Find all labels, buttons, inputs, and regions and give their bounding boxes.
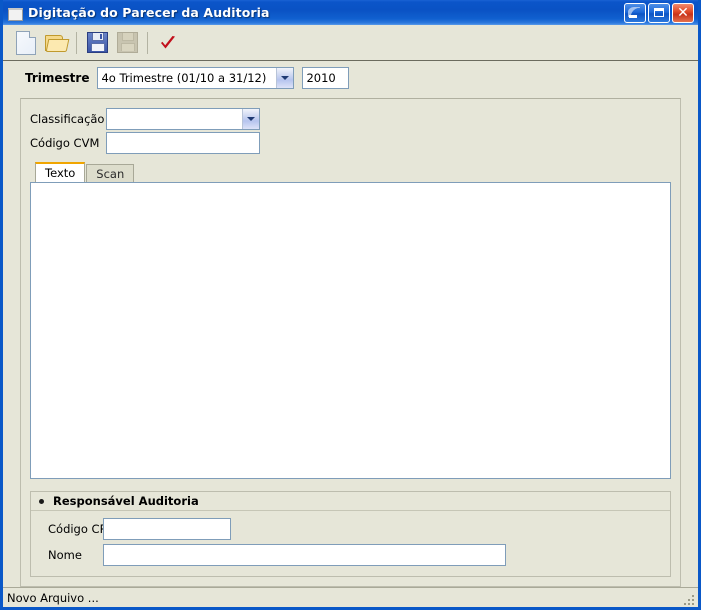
- nome-input[interactable]: [103, 544, 506, 566]
- responsavel-auditoria-title: Responsável Auditoria: [53, 494, 199, 508]
- tab-texto-label: Texto: [45, 166, 76, 180]
- client-area: Trimestre 4o Trimestre (01/10 a 31/12) 2…: [3, 25, 698, 607]
- trimestre-row: Trimestre 4o Trimestre (01/10 a 31/12) 2…: [3, 61, 698, 94]
- nome-label: Nome: [48, 548, 82, 562]
- tab-texto[interactable]: Texto: [35, 162, 86, 182]
- close-button[interactable]: ✕: [672, 2, 694, 23]
- chevron-down-icon[interactable]: [242, 109, 259, 129]
- classificacao-row: Classificação: [30, 107, 671, 131]
- classificacao-select-value: [107, 109, 242, 129]
- floppy-disk-icon: [86, 32, 108, 53]
- minimize-button[interactable]: [624, 2, 646, 23]
- codigo-crc-input[interactable]: [103, 518, 231, 540]
- confirm-button[interactable]: [153, 28, 183, 58]
- bullet-icon: [39, 498, 44, 504]
- tab-scan-label: Scan: [96, 166, 125, 181]
- trimestre-select[interactable]: 4o Trimestre (01/10 a 31/12): [97, 66, 295, 89]
- responsavel-auditoria-group: Responsável Auditoria Código CRC Nome: [30, 491, 671, 577]
- trimestre-label: Trimestre: [25, 70, 90, 85]
- document-icon: [7, 6, 23, 21]
- codigo-crc-label: Código CRC: [48, 522, 116, 536]
- toolbar: [3, 25, 698, 61]
- maximize-button[interactable]: [648, 2, 670, 23]
- floppy-disk-disabled-icon: [116, 32, 138, 53]
- nome-row: Nome: [31, 542, 670, 568]
- status-bar: Novo Arquivo ...: [3, 587, 698, 607]
- new-document-icon: [16, 30, 36, 55]
- status-message: Novo Arquivo ...: [7, 590, 99, 605]
- toolbar-separator-1: [76, 31, 77, 54]
- resize-grip[interactable]: [684, 593, 696, 605]
- save-as-button: [112, 28, 142, 58]
- year-input[interactable]: 2010: [302, 66, 350, 89]
- trimestre-select-value: 4o Trimestre (01/10 a 31/12): [101, 70, 267, 85]
- open-folder-icon: [45, 34, 70, 52]
- responsavel-auditoria-header: Responsável Auditoria: [31, 492, 670, 511]
- codigo-cvm-label: Código CVM: [30, 136, 100, 150]
- main-panel: Classificação Código CVM Texto Scan Resp…: [20, 98, 681, 587]
- tab-scan[interactable]: Scan: [86, 164, 135, 182]
- save-button[interactable]: [82, 28, 112, 58]
- toolbar-separator-2: [147, 31, 148, 54]
- responsavel-auditoria-body: Código CRC Nome: [31, 511, 670, 576]
- classificacao-select[interactable]: [106, 108, 260, 130]
- codigo-crc-row: Código CRC: [31, 516, 670, 542]
- parecer-textarea[interactable]: [30, 182, 671, 479]
- chevron-down-icon[interactable]: [276, 67, 294, 88]
- title-bar: Digitação do Parecer da Auditoria ✕: [3, 0, 698, 25]
- codigo-cvm-row: Código CVM: [30, 131, 671, 155]
- new-file-button[interactable]: [11, 28, 41, 58]
- window-title: Digitação do Parecer da Auditoria: [28, 5, 270, 20]
- window-controls: ✕: [624, 2, 694, 23]
- classificacao-label: Classificação: [30, 112, 105, 126]
- tab-bar: Texto Scan: [30, 162, 671, 182]
- red-check-icon: [158, 33, 178, 53]
- codigo-cvm-input[interactable]: [106, 132, 260, 154]
- open-file-button[interactable]: [41, 28, 71, 58]
- application-window: Digitação do Parecer da Auditoria ✕ Trim…: [0, 0, 701, 610]
